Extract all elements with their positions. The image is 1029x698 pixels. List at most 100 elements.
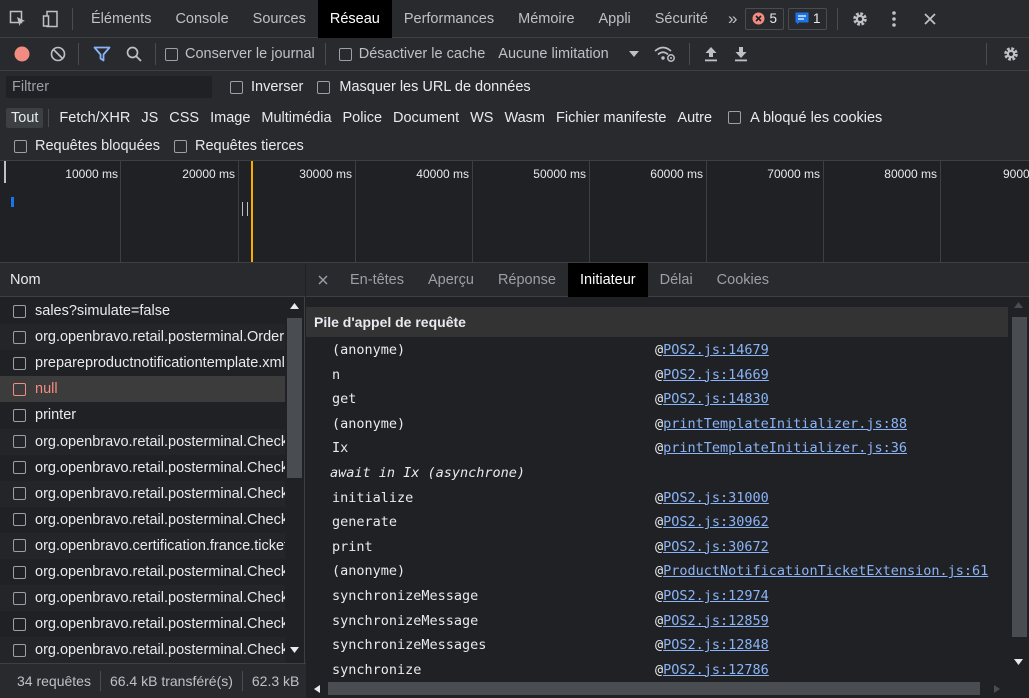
- tab-sources[interactable]: Sources: [241, 0, 318, 38]
- scrollbar-thumb[interactable]: [1012, 317, 1027, 637]
- preserve-log-checkbox[interactable]: [165, 47, 178, 61]
- scroll-down-icon[interactable]: [1014, 659, 1023, 665]
- tab-memory[interactable]: Mémoire: [506, 0, 586, 38]
- more-tabs-button[interactable]: »: [720, 0, 745, 38]
- type-filter-fetch-xhr[interactable]: Fetch/XHR: [54, 108, 135, 128]
- search-button[interactable]: [119, 38, 149, 71]
- type-filter-document[interactable]: Document: [388, 108, 464, 128]
- scrollbar-thumb[interactable]: [328, 682, 980, 695]
- request-row[interactable]: org.openbravo.retail.posterminal.CheckBu…: [0, 611, 285, 637]
- settings-button[interactable]: [844, 0, 876, 38]
- request-row[interactable]: prepareproductnotificationtemplate.xml: [0, 350, 285, 376]
- request-row-checkbox[interactable]: [13, 591, 26, 605]
- overview-range-handle[interactable]: [4, 161, 6, 183]
- scroll-right-icon[interactable]: [994, 685, 1000, 693]
- scroll-down-icon[interactable]: [290, 647, 299, 653]
- inspect-element-button[interactable]: [0, 0, 36, 38]
- type-filter-all[interactable]: Tout: [6, 107, 44, 128]
- request-row-checkbox[interactable]: [13, 408, 26, 422]
- tab-timing[interactable]: Délai: [648, 263, 705, 297]
- source-link[interactable]: POS2.js:12848: [663, 637, 769, 653]
- request-row[interactable]: org.openbravo.retail.posterminal.CheckBu…: [0, 428, 285, 455]
- source-link[interactable]: POS2.js:12786: [663, 662, 769, 678]
- request-row[interactable]: org.openbravo.retail.posterminal.CheckBu…: [0, 637, 285, 664]
- request-row[interactable]: org.openbravo.retail.posterminal.CheckBu…: [0, 480, 285, 507]
- request-row-checkbox[interactable]: [13, 356, 26, 370]
- request-row[interactable]: org.openbravo.retail.posterminal.CheckBu…: [0, 559, 285, 585]
- tab-performance[interactable]: Performances: [392, 0, 506, 38]
- source-link[interactable]: POS2.js:12974: [663, 588, 769, 604]
- type-filter-ws[interactable]: WS: [465, 108, 498, 128]
- request-row[interactable]: org.openbravo.retail.posterminal.OrderLo…: [0, 324, 285, 351]
- tab-application[interactable]: Appli: [587, 0, 643, 38]
- blocked-requests-checkbox[interactable]: [14, 139, 27, 153]
- source-link[interactable]: POS2.js:14679: [663, 342, 769, 358]
- request-row-checkbox[interactable]: [13, 330, 26, 344]
- network-conditions-button[interactable]: [647, 38, 683, 71]
- request-row[interactable]: printer: [0, 402, 285, 428]
- clear-button[interactable]: [44, 38, 72, 71]
- scroll-up-icon[interactable]: [290, 303, 299, 309]
- source-link[interactable]: POS2.js:14830: [663, 391, 769, 407]
- request-list-scrollbar[interactable]: [285, 298, 304, 663]
- request-row-checkbox[interactable]: [13, 304, 26, 318]
- close-devtools-button[interactable]: [912, 0, 948, 38]
- scrollbar-thumb[interactable]: [287, 318, 302, 478]
- tab-security[interactable]: Sécurité: [643, 0, 720, 38]
- tab-preview[interactable]: Aperçu: [416, 263, 486, 297]
- request-row-checkbox[interactable]: [13, 513, 26, 527]
- scroll-up-icon[interactable]: [1014, 302, 1023, 308]
- type-filter-manifest[interactable]: Fichier manifeste: [551, 108, 671, 128]
- disable-cache-checkbox[interactable]: [338, 47, 352, 61]
- type-filter-media[interactable]: Multimédia: [256, 108, 336, 128]
- tab-initiator[interactable]: Initiateur: [568, 262, 648, 297]
- request-row[interactable]: sales?simulate=false: [0, 298, 285, 324]
- request-row[interactable]: org.openbravo.certification.france.ticke…: [0, 532, 285, 559]
- request-row-checkbox[interactable]: [13, 565, 26, 579]
- source-link[interactable]: POS2.js:30672: [663, 539, 769, 555]
- request-row-checkbox[interactable]: [13, 435, 26, 448]
- request-row[interactable]: null: [0, 376, 285, 403]
- network-overview[interactable]: 10000 ms 20000 ms 30000 ms 40000 ms 5000…: [0, 161, 1029, 263]
- tab-cookies[interactable]: Cookies: [705, 263, 781, 297]
- request-row-checkbox[interactable]: [13, 461, 26, 475]
- third-party-checkbox[interactable]: [173, 139, 187, 153]
- type-filter-css[interactable]: CSS: [164, 108, 204, 128]
- request-row-checkbox[interactable]: [13, 643, 26, 657]
- source-link[interactable]: ProductNotificationTicketExtension.js:61: [663, 563, 988, 579]
- request-row-checkbox[interactable]: [13, 539, 26, 553]
- invert-checkbox[interactable]: [230, 80, 243, 94]
- type-filter-font[interactable]: Police: [338, 108, 388, 128]
- errors-badge[interactable]: 5: [745, 7, 784, 30]
- filter-toggle-button[interactable]: [85, 38, 119, 71]
- request-row[interactable]: org.openbravo.retail.posterminal.CheckBu…: [0, 585, 285, 612]
- type-filter-other[interactable]: Autre: [672, 108, 717, 128]
- source-link[interactable]: POS2.js:31000: [663, 490, 769, 506]
- tab-network[interactable]: Réseau: [317, 0, 392, 38]
- hide-data-urls-checkbox[interactable]: [317, 80, 331, 94]
- export-har-button[interactable]: [726, 38, 756, 71]
- filter-input[interactable]: Filtrer: [6, 76, 212, 98]
- type-filter-image[interactable]: Image: [205, 108, 255, 128]
- type-filter-js[interactable]: JS: [136, 108, 163, 128]
- messages-badge[interactable]: 1: [787, 7, 828, 30]
- request-row-checkbox[interactable]: [13, 487, 26, 501]
- type-filter-wasm[interactable]: Wasm: [499, 108, 550, 128]
- tab-response[interactable]: Réponse: [486, 263, 568, 297]
- source-link[interactable]: printTemplateInitializer.js:88: [663, 416, 907, 432]
- detail-scrollbar[interactable]: [1009, 297, 1029, 679]
- customize-menu-button[interactable]: [876, 0, 912, 38]
- throttling-select[interactable]: Aucune limitation: [498, 46, 608, 62]
- device-toolbar-button[interactable]: [36, 0, 66, 38]
- source-link[interactable]: POS2.js:30962: [663, 514, 769, 530]
- name-column-header[interactable]: Nom: [0, 263, 305, 297]
- request-call-stack-header[interactable]: Pile d'appel de requête: [306, 307, 1008, 337]
- tab-headers[interactable]: En-têtes: [338, 263, 416, 297]
- tab-console[interactable]: Console: [163, 0, 240, 38]
- blocked-cookies-checkbox[interactable]: [728, 111, 742, 124]
- close-detail-button[interactable]: [306, 263, 338, 297]
- source-link[interactable]: POS2.js:12859: [663, 613, 769, 629]
- record-button[interactable]: [0, 38, 44, 71]
- network-settings-button[interactable]: [993, 38, 1029, 71]
- request-row-checkbox[interactable]: [13, 617, 26, 631]
